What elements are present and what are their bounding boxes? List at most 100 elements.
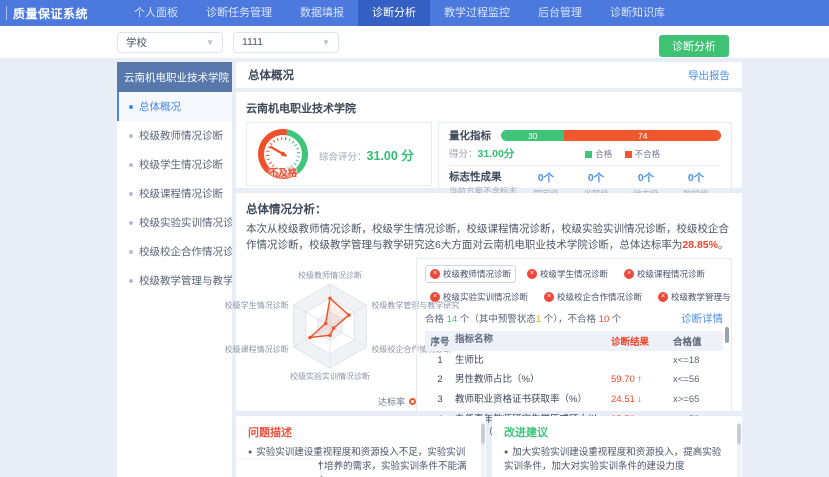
run-diagnosis-button[interactable]: 诊断分析 bbox=[659, 35, 729, 57]
diagnosis-detail-link[interactable]: 诊断详情 bbox=[681, 311, 723, 326]
sidebar-item-label: 校级实验实训情况诊断 bbox=[139, 215, 232, 230]
cell-standard: x>=65 bbox=[673, 394, 723, 405]
scope-select[interactable]: 学校 ▼ bbox=[117, 32, 223, 53]
chevron-down-icon: ▼ bbox=[206, 38, 214, 47]
sidebar-item-3[interactable]: 校级课程情况诊断 bbox=[117, 179, 232, 208]
nav-item-4[interactable]: 教学过程监控 bbox=[430, 0, 524, 26]
diagnosis-tag-5[interactable]: ×校级教学管理与教学研究 bbox=[653, 288, 732, 306]
table-row-1: 2男性教师占比（%）59.70 ↑x<=56 bbox=[425, 370, 723, 390]
suggestions-title: 改进建议 bbox=[504, 424, 730, 440]
bullet-icon bbox=[129, 192, 133, 196]
sidebar: 云南机电职业技术学院 总体概况校级教师情况诊断校级学生情况诊断校级课程情况诊断校… bbox=[117, 62, 232, 477]
tag-label: 校级校企合作情况诊断 bbox=[557, 291, 642, 303]
bar-segment-fail: 74 bbox=[564, 130, 721, 141]
fail-badge-icon: × bbox=[658, 292, 668, 302]
fail-badge-icon: × bbox=[430, 269, 440, 279]
nav-item-5[interactable]: 后台管理 bbox=[524, 0, 596, 26]
bullet-icon bbox=[129, 279, 133, 283]
scope-select-value: 学校 bbox=[126, 35, 147, 50]
analysis-text-end: 。 bbox=[718, 239, 729, 251]
cell-no: 1 bbox=[425, 355, 455, 366]
summary-row: 合格 14 个（其中预警状态1 个），不合格 10 个 诊断详情 bbox=[425, 311, 723, 326]
problems-card: 问题描述 实验实训建设重视程度和资源投入不足，实验实训条件不能满足人才培养的需求… bbox=[236, 416, 486, 477]
sidebar-item-0[interactable]: 总体概况 bbox=[117, 92, 232, 121]
nav-items: 个人面板诊断任务管理数据填报诊断分析教学过程监控后台管理诊断知识库 bbox=[120, 0, 679, 26]
sidebar-item-label: 校级教师情况诊断 bbox=[139, 128, 223, 143]
sidebar-school-header: 云南机电职业技术学院 bbox=[117, 62, 232, 92]
overall-score-value: 31.00 分 bbox=[367, 149, 414, 163]
school-name: 云南机电职业技术学院 bbox=[246, 100, 732, 116]
nav-item-2[interactable]: 数据填报 bbox=[286, 0, 358, 26]
score-gauge-panel: 不及格 综合评分：31.00 分 bbox=[246, 122, 432, 186]
diagnosis-tag-0[interactable]: ×校级教师情况诊断 bbox=[425, 265, 516, 283]
sidebar-item-label: 校级校企合作情况诊断 bbox=[139, 244, 232, 259]
tag-row-1: ×校级教师情况诊断×校级学生情况诊断×校级课程情况诊断 bbox=[425, 265, 723, 283]
nav-item-3[interactable]: 诊断分析 bbox=[358, 0, 430, 26]
sidebar-item-4[interactable]: 校级实验实训情况诊断 bbox=[117, 208, 232, 237]
cell-no: 3 bbox=[425, 394, 455, 405]
legend-fail-label: 不合格 bbox=[635, 149, 661, 159]
fail-badge-icon: × bbox=[430, 292, 440, 302]
sidebar-item-5[interactable]: 校级校企合作情况诊断 bbox=[117, 237, 232, 266]
achievement-count: 0个 bbox=[571, 170, 621, 185]
table-scrollbar[interactable] bbox=[725, 327, 729, 343]
overall-score: 综合评分：31.00 分 bbox=[319, 145, 414, 164]
brand-divider bbox=[6, 6, 7, 20]
radar-legend-label: 达标率 bbox=[378, 395, 405, 408]
sidebar-item-1[interactable]: 校级教师情况诊断 bbox=[117, 121, 232, 150]
fail-badge-icon: × bbox=[544, 292, 554, 302]
diagnosis-tag-1[interactable]: ×校级学生情况诊断 bbox=[522, 265, 613, 283]
quant-score: 得分：31.00分 bbox=[449, 146, 514, 161]
table-header: 序号 指标名称 诊断结果 合格值 bbox=[425, 331, 723, 351]
bullet-icon bbox=[129, 221, 133, 225]
bar-segment-pass: 30 bbox=[501, 130, 564, 141]
analysis-paragraph: 本次从校级教师情况诊断，校级学生情况诊断，校级课程情况诊断，校级实验实训情况诊断… bbox=[246, 221, 732, 254]
pass-fail-stacked-bar: 30 74 bbox=[501, 130, 721, 141]
cell-name: 男性教师占比（%） bbox=[455, 374, 611, 387]
diagnosis-tag-3[interactable]: ×校级实验实训情况诊断 bbox=[425, 288, 533, 306]
sidebar-item-label: 校级课程情况诊断 bbox=[139, 186, 223, 201]
score-gauge-chart: 不及格 bbox=[255, 126, 311, 182]
tag-row-2: ×校级实验实训情况诊断×校级校企合作情况诊断×校级教学管理与教学研究 bbox=[425, 288, 723, 306]
legend-pass-swatch bbox=[585, 151, 592, 158]
fail-badge-icon: × bbox=[624, 269, 634, 279]
plan-select[interactable]: 1111 ▼ bbox=[233, 32, 339, 53]
app-title: 质量保证系统 bbox=[13, 5, 88, 22]
bullet-icon bbox=[129, 250, 133, 254]
analysis-title: 总体情况分析： bbox=[246, 201, 732, 217]
nav-item-1[interactable]: 诊断任务管理 bbox=[192, 0, 286, 26]
pass-count: 14 bbox=[447, 314, 458, 325]
top-navbar: 质量保证系统 个人面板诊断任务管理数据填报诊断分析教学过程监控后台管理诊断知识库 bbox=[0, 0, 829, 26]
col-header-no: 序号 bbox=[425, 334, 455, 348]
diagnosis-tag-4[interactable]: ×校级校企合作情况诊断 bbox=[539, 288, 647, 306]
legend-pass-label: 合格 bbox=[595, 149, 612, 159]
sidebar-item-2[interactable]: 校级学生情况诊断 bbox=[117, 150, 232, 179]
summary-text: 合格 14 个（其中预警状态1 个），不合格 10 个 bbox=[425, 311, 621, 325]
achievement-count: 0个 bbox=[671, 170, 721, 185]
nav-item-6[interactable]: 诊断知识库 bbox=[596, 0, 679, 26]
radar-chart: 校级教师情况诊断校级教学管理与教学研究校级校企合作情况诊断校级实验实训情况诊断校… bbox=[246, 258, 410, 410]
quant-score-label: 得分： bbox=[449, 149, 478, 160]
svg-text:校级学生情况诊断: 校级学生情况诊断 bbox=[225, 300, 289, 310]
scrollbar-thumb[interactable] bbox=[481, 424, 485, 444]
sidebar-item-6[interactable]: 校级教学管理与教学研究 bbox=[117, 266, 232, 295]
page: { "navbar": { "brand": "质量保证系统", "items"… bbox=[0, 0, 829, 477]
quant-title: 量化指标 bbox=[449, 128, 491, 143]
radar-legend: 达标率 bbox=[378, 395, 416, 408]
divider bbox=[449, 165, 721, 166]
col-header-standard: 合格值 bbox=[673, 334, 723, 348]
scrollbar-thumb[interactable] bbox=[737, 424, 741, 444]
svg-text:校级教师情况诊断: 校级教师情况诊断 bbox=[298, 270, 362, 280]
diagnosis-tag-2[interactable]: ×校级课程情况诊断 bbox=[619, 265, 710, 283]
chevron-down-icon: ▼ bbox=[322, 38, 330, 47]
main-content: 总体概况 导出报告 云南机电职业技术学院 不及格 综合评分：31.00 分 量化… bbox=[236, 62, 742, 477]
export-report-link[interactable]: 导出报告 bbox=[688, 68, 730, 83]
problems-title: 问题描述 bbox=[248, 424, 474, 440]
tag-label: 校级教师情况诊断 bbox=[443, 268, 511, 280]
main-header: 总体概况 导出报告 bbox=[236, 62, 742, 88]
nav-item-0[interactable]: 个人面板 bbox=[120, 0, 192, 26]
radar-legend-marker-icon bbox=[409, 398, 416, 405]
analysis-card: 总体情况分析： 本次从校级教师情况诊断，校级学生情况诊断，校级课程情况诊断，校级… bbox=[236, 193, 742, 411]
svg-text:校级实验实训情况诊断: 校级实验实训情况诊断 bbox=[290, 371, 370, 381]
table-row-0: 1生师比x<=18 bbox=[425, 351, 723, 371]
